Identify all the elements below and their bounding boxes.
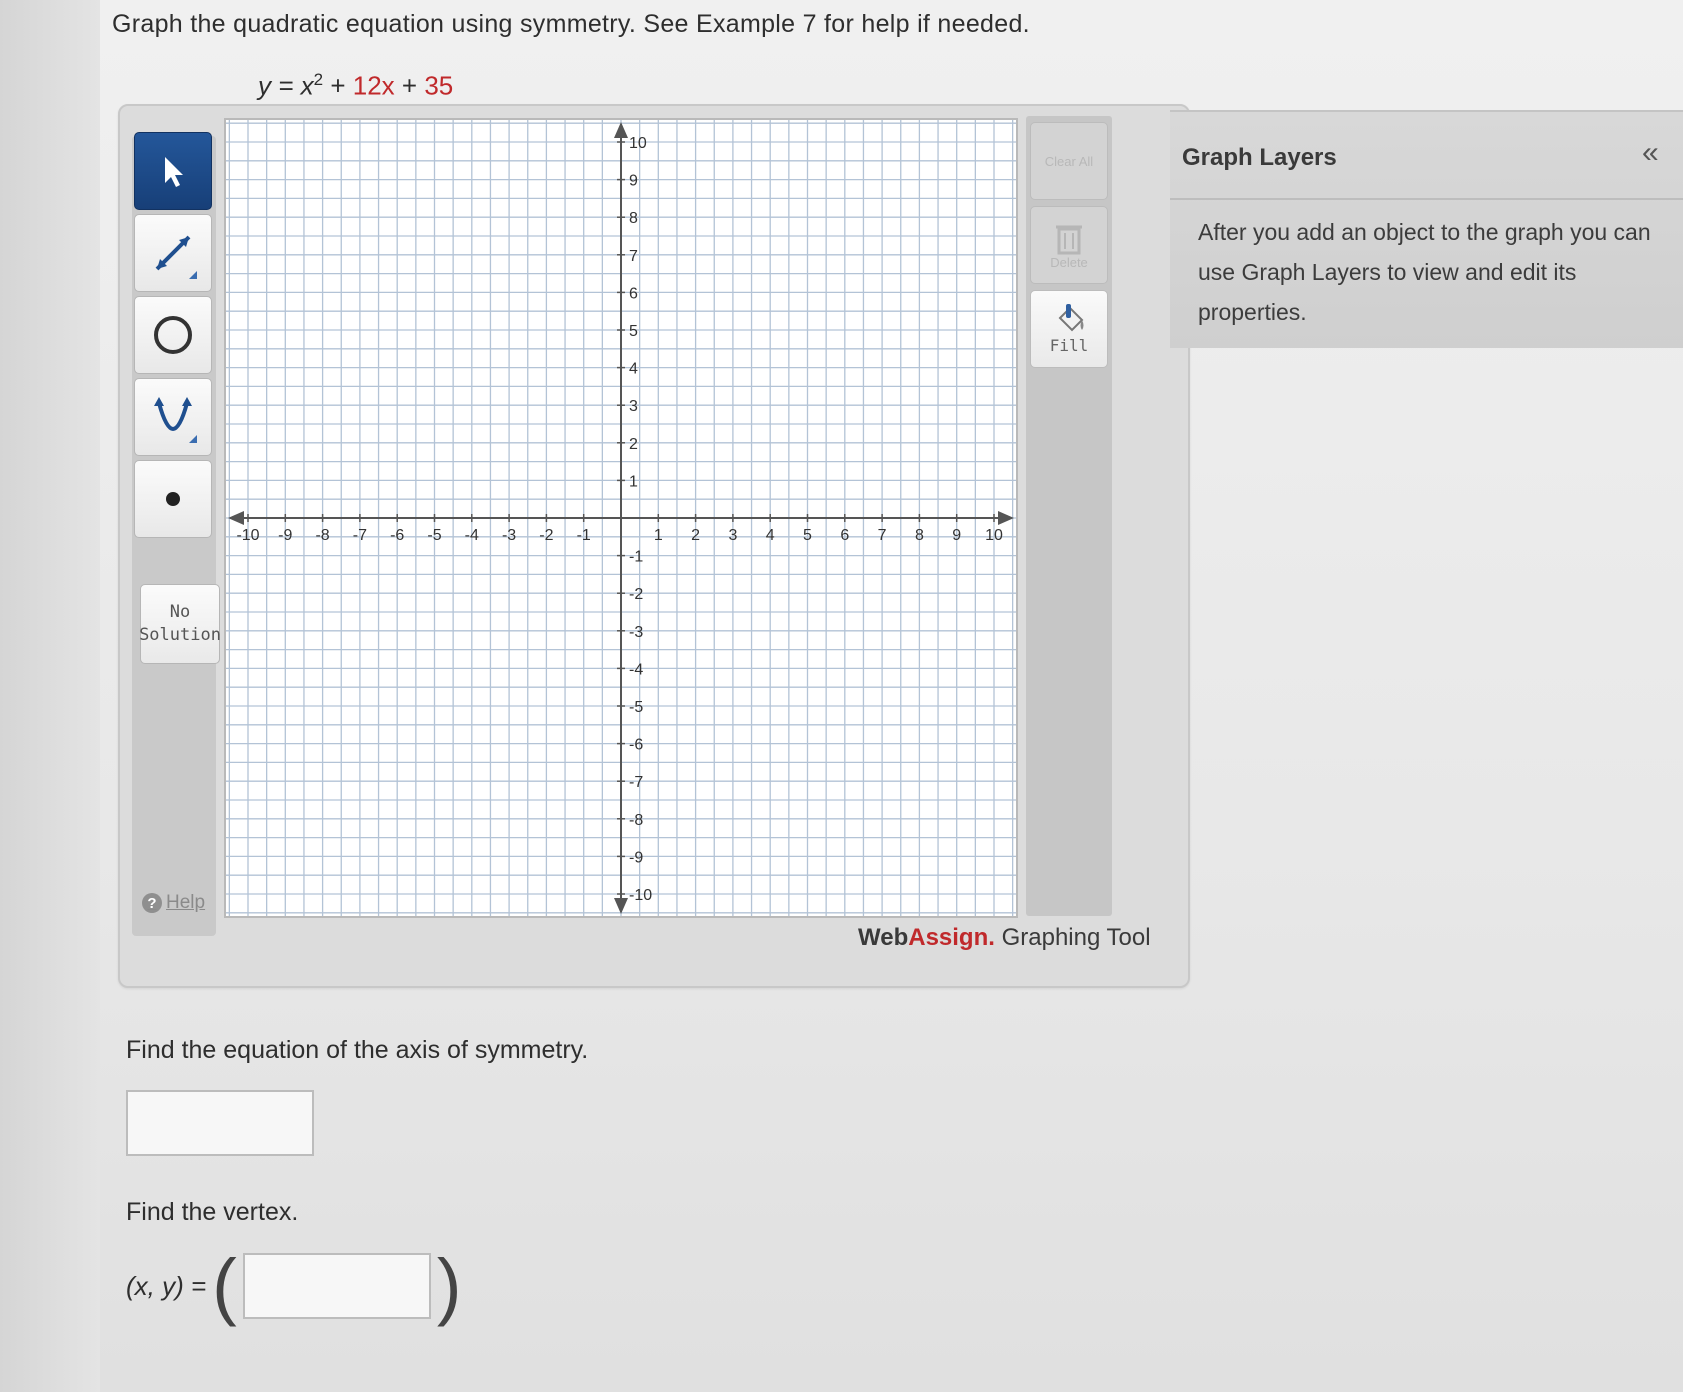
equation-plus-1: + [323, 70, 353, 101]
circle-icon [154, 316, 192, 354]
x-tick-label: 3 [728, 527, 737, 544]
graph-layers-description: After you add an object to the graph you… [1198, 219, 1651, 325]
x-tick-label: -1 [577, 527, 591, 544]
graph-canvas[interactable]: -10 -9 -8 -7 -6 -5 -4 -3 -2 -1 1 2 3 4 5 6 7 8 9 10 10 9 8 7 6 5 4… [224, 118, 1018, 918]
vertex-close-paren: ) [436, 1244, 462, 1327]
y-tick-label: -8 [629, 812, 643, 829]
y-tick-label: -9 [629, 849, 643, 866]
help-question-icon: ? [142, 893, 162, 913]
collapse-panel-icon[interactable]: « [1642, 136, 1659, 170]
vertex-answer-row: (x, y) = ( ) [126, 1246, 467, 1326]
graph-layers-title: Graph Layers [1182, 144, 1337, 171]
x-tick-label: 4 [766, 527, 775, 544]
equation-x: x [300, 70, 314, 101]
x-tick-label: -3 [502, 527, 516, 544]
x-tick-label: -6 [390, 527, 404, 544]
no-solution-label-2: Solution [139, 625, 221, 645]
question-prompt: Graph the quadratic equation using symme… [112, 10, 1030, 38]
y-tick-label: 4 [629, 361, 638, 378]
equation-lhs: y = [258, 70, 301, 101]
x-tick-label: -7 [353, 527, 367, 544]
vertex-input[interactable] [242, 1253, 431, 1319]
x-tick-label: -5 [427, 527, 441, 544]
y-tick-label: -3 [629, 624, 643, 641]
y-tick-label: 6 [629, 285, 638, 302]
point-dot-icon [166, 492, 180, 506]
parabola-icon [154, 397, 197, 443]
no-solution-label-1: No [169, 602, 191, 622]
x-tick-label: 8 [915, 527, 924, 544]
graph-layers-panel: Graph Layers « After you add an object t… [1170, 110, 1683, 348]
equation-linear-term: 12x [352, 70, 395, 101]
brand-tool-name: Graphing Tool [994, 924, 1151, 951]
clear-all-button[interactable]: Clear All [1030, 122, 1108, 200]
y-tick-label: -10 [629, 887, 652, 904]
pointer-tool-button[interactable] [134, 132, 212, 210]
x-tick-label: -8 [315, 527, 329, 544]
line-tool-button[interactable] [134, 214, 212, 292]
quadratic-equation: y = x2 + 12x + 35 [258, 70, 453, 102]
y-tick-label: 2 [629, 436, 638, 453]
y-tick-label: -2 [629, 586, 643, 603]
y-tick-label: -7 [629, 774, 643, 791]
x-tick-label: -9 [278, 527, 292, 544]
brand-assign: Assign. [908, 924, 995, 951]
x-tick-label: -2 [539, 527, 553, 544]
y-tick-label: -5 [629, 699, 643, 716]
graph-layers-header: Graph Layers « [1170, 112, 1683, 200]
coordinate-plane[interactable]: -10 -9 -8 -7 -6 -5 -4 -3 -2 -1 1 2 3 4 5 6 7 8 9 10 10 9 8 7 6 5 4… [226, 120, 1016, 916]
vertex-open-paren: ( [212, 1244, 237, 1327]
x-tick-label: 6 [840, 527, 849, 544]
equation-exponent: 2 [313, 70, 324, 89]
y-axis-arrow-up [614, 122, 628, 138]
y-tick-label: 9 [629, 173, 638, 190]
parabola-tool-button[interactable] [134, 378, 212, 456]
equation-constant: 35 [424, 70, 454, 101]
fill-label: Fill [1049, 335, 1089, 355]
webassign-graphing-tool-brand: WebAssign. Graphing Tool [858, 924, 1151, 952]
pointer-arrow-icon [165, 157, 183, 187]
axis-of-symmetry-input[interactable] [126, 1090, 314, 1156]
x-tick-label: 5 [803, 527, 812, 544]
graphing-tool: No Solution ? Help -10 -9 -8 -7 -6 -5 -4 -3 -2 -1… [118, 104, 1190, 988]
action-column: Clear All Delete Fill [1026, 116, 1112, 916]
x-axis-arrow-right [998, 511, 1014, 525]
x-tick-label: 9 [952, 527, 961, 544]
paint-bucket-icon [1058, 303, 1084, 331]
x-tick-label: -4 [465, 527, 479, 544]
y-tick-label: -4 [629, 661, 643, 678]
vertex-question: Find the vertex. [126, 1198, 299, 1226]
circle-tool-button[interactable] [134, 296, 212, 374]
delete-button[interactable]: Delete [1030, 206, 1108, 284]
y-tick-label: 10 [629, 135, 647, 152]
y-tick-label: -6 [629, 737, 643, 754]
x-tick-label: 2 [691, 527, 700, 544]
fill-button[interactable]: Fill [1030, 290, 1108, 368]
y-tick-label: 8 [629, 210, 638, 227]
delete-label: Delete [1050, 254, 1088, 270]
line-segment-icon [155, 235, 197, 279]
x-tick-label: 1 [654, 527, 663, 544]
brand-web: Web [858, 924, 909, 951]
clear-all-label: Clear All [1044, 153, 1094, 169]
y-tick-label: 3 [629, 398, 638, 415]
x-axis-arrow-left [228, 511, 244, 525]
axis-of-symmetry-question: Find the equation of the axis of symmetr… [126, 1036, 589, 1064]
x-tick-label: -10 [236, 527, 259, 544]
no-solution-button[interactable]: No Solution [139, 584, 221, 664]
y-tick-label: -1 [629, 549, 643, 566]
x-tick-label: 10 [985, 527, 1003, 544]
y-tick-label: 7 [629, 248, 638, 265]
y-axis-arrow-down [614, 898, 628, 914]
point-tool-button[interactable] [134, 460, 212, 538]
help-link[interactable]: ? Help [142, 892, 205, 914]
x-tick-label: 7 [878, 527, 887, 544]
vertex-xy-label: (x, y) = [126, 1270, 207, 1301]
y-tick-label: 1 [629, 473, 638, 490]
trash-icon [1056, 225, 1082, 254]
equation-plus-2: + [394, 70, 425, 101]
help-label: Help [166, 892, 206, 913]
y-tick-label: 5 [629, 323, 638, 340]
page-left-margin [0, 0, 100, 1392]
